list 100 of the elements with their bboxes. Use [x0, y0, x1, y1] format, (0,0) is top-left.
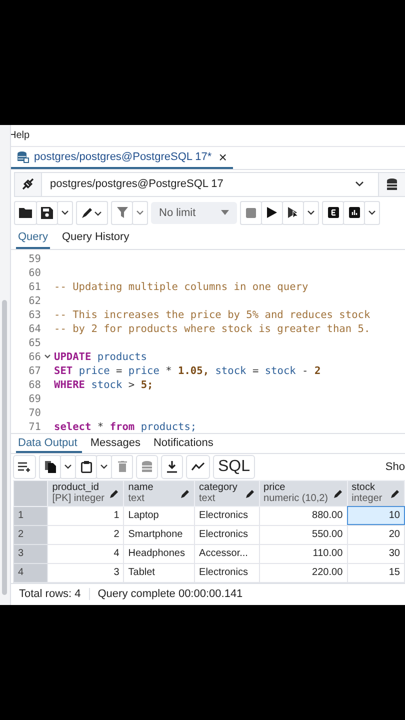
table-cell[interactable]: 110.00	[259, 544, 348, 564]
table-cell[interactable]: 15	[347, 563, 404, 582]
table-cell[interactable]: Tablet	[124, 563, 195, 582]
row-number[interactable]: 2	[14, 525, 48, 544]
tab[interactable]: Query	[16, 227, 50, 249]
table-cell[interactable]: 3	[48, 563, 124, 582]
table-cell[interactable]: 20	[347, 525, 404, 544]
chevron-down-icon	[61, 210, 69, 216]
line-number: 68	[28, 378, 41, 391]
line-number: 65	[28, 336, 41, 349]
column-header[interactable]: product_id [PK] integer	[48, 480, 124, 506]
table-cell[interactable]: 2	[48, 525, 124, 544]
table-cell[interactable]: 550.00	[259, 525, 348, 544]
line-number: 59	[28, 252, 41, 265]
trash-icon	[118, 461, 126, 472]
open-file-button[interactable]	[14, 200, 37, 225]
table-cell[interactable]: Accessor...	[194, 544, 260, 564]
database-icon	[142, 460, 152, 473]
code-line: -- Updating multiple columns in one query	[54, 280, 308, 293]
database-button[interactable]	[379, 172, 405, 196]
connection-status-button[interactable]	[15, 172, 41, 196]
caret-icon	[221, 210, 229, 216]
execute-button[interactable]	[261, 200, 283, 225]
column-header[interactable]: category text	[194, 480, 260, 506]
table-cell[interactable]: 30	[347, 544, 404, 564]
explain-button[interactable]	[322, 200, 344, 225]
line-number: 69	[28, 392, 41, 405]
download-icon	[167, 460, 177, 473]
table-cell[interactable]: Electronics	[194, 525, 260, 544]
clipboard-icon	[80, 460, 92, 473]
chevron-down-icon	[355, 181, 364, 188]
download-button[interactable]	[161, 454, 183, 479]
database-icon	[386, 178, 398, 191]
filter-options-button[interactable]	[132, 200, 148, 225]
copy-options-button[interactable]	[60, 454, 76, 479]
code-line: WHERE stock > 5;	[54, 378, 154, 391]
line-chart-icon	[191, 462, 205, 472]
fold-caret-icon[interactable]	[44, 354, 51, 360]
code-line: select * from products;	[54, 420, 197, 433]
tab[interactable]: Data Output	[16, 434, 82, 454]
tab[interactable]: Messages	[88, 434, 146, 454]
line-number: 71	[28, 420, 41, 433]
filter-button[interactable]	[111, 200, 133, 225]
add-row-button[interactable]	[13, 454, 36, 479]
play-cursor-icon	[288, 207, 298, 218]
explain-options-button[interactable]	[364, 200, 380, 225]
table-cell[interactable]: Electronics	[194, 506, 260, 526]
column-header[interactable]: name text	[124, 480, 195, 506]
chevron-down-icon	[307, 210, 315, 216]
tab[interactable]: Notifications	[151, 434, 218, 454]
paste-options-button[interactable]	[96, 454, 112, 479]
row-count: Total rows: 4	[18, 588, 82, 600]
table-cell[interactable]: Smartphone	[124, 525, 195, 544]
table-cell[interactable]: Laptop	[124, 506, 195, 526]
line-number: 62	[28, 294, 41, 307]
code-line: SET price = price * 1.05, stock = stock - 2	[54, 364, 321, 377]
pencil-icon	[391, 488, 400, 498]
table-cell[interactable]: Headphones	[124, 544, 195, 564]
table-cell[interactable]: 880.00	[259, 506, 348, 526]
save-options-button[interactable]	[57, 200, 73, 225]
row-number[interactable]: 1	[14, 506, 48, 526]
pencil-icon	[110, 488, 120, 498]
close-button[interactable]: ×	[218, 150, 227, 164]
copy-button[interactable]	[39, 454, 61, 479]
sql-button[interactable]: SQL	[213, 454, 256, 479]
chevron-down-icon	[100, 464, 108, 470]
row-number[interactable]: 4	[14, 563, 48, 582]
table-cell[interactable]: 220.00	[259, 563, 348, 582]
line-number: 61	[28, 280, 41, 293]
graph-button[interactable]	[186, 454, 210, 479]
database-icon	[17, 151, 29, 164]
table-cell[interactable]: Electronics	[194, 563, 260, 582]
execute-options-button[interactable]	[303, 200, 319, 225]
limit-select[interactable]: No limit	[151, 202, 237, 224]
column-header[interactable]: stock integer	[347, 480, 404, 506]
editor-tab[interactable]: postgres/postgres@PostgreSQL 17* ×	[11, 147, 233, 169]
explain-analyze-button[interactable]	[343, 200, 365, 225]
corner-cell	[14, 480, 48, 506]
funnel-icon	[116, 207, 128, 218]
connection-select[interactable]: postgres/postgres@PostgreSQL 17	[41, 172, 379, 196]
line-number: 70	[28, 406, 41, 419]
play-icon	[267, 207, 277, 218]
line-number: 64	[28, 322, 41, 335]
table-cell[interactable]: 4	[48, 544, 124, 564]
line-number: 63	[28, 308, 41, 321]
paste-button[interactable]	[75, 454, 97, 479]
plug-icon	[21, 177, 35, 192]
pencil-icon	[181, 488, 190, 498]
row-number[interactable]: 3	[14, 544, 48, 564]
table-cell[interactable]: 10	[347, 506, 404, 526]
chevron-down-icon	[136, 210, 144, 216]
save-button[interactable]	[36, 200, 58, 225]
scrollbar[interactable]	[2, 300, 7, 595]
execute-script-button[interactable]	[282, 200, 304, 225]
column-header[interactable]: price numeric (10,2)	[259, 480, 348, 506]
pencil-dropdown-icon	[81, 206, 103, 219]
edit-button[interactable]	[76, 200, 108, 225]
tab[interactable]: Query History	[60, 227, 132, 249]
stop-icon	[246, 208, 256, 218]
table-cell[interactable]: 1	[48, 506, 124, 526]
